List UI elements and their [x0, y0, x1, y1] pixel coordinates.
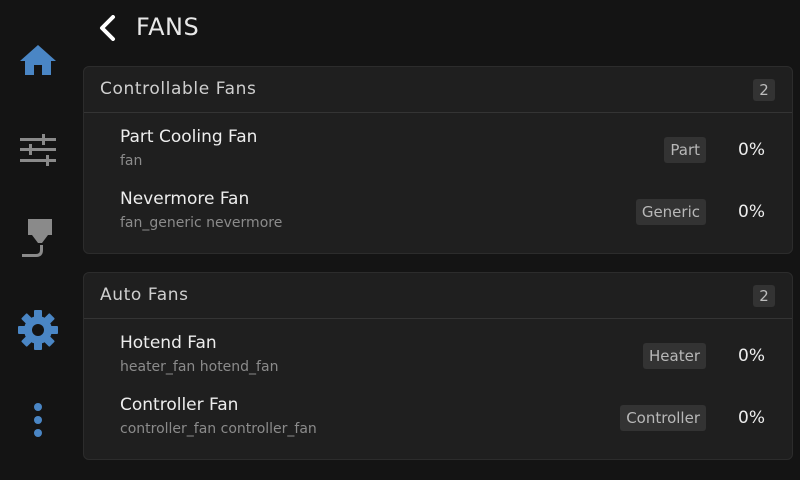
fan-name: Hotend Fan — [120, 333, 217, 353]
fan-name: Controller Fan — [120, 395, 239, 415]
section-header: Controllable Fans 2 — [84, 67, 792, 113]
sidebar-item-more[interactable] — [0, 392, 76, 448]
section-header: Auto Fans 2 — [84, 273, 792, 319]
fan-type-badge: Part — [664, 137, 706, 163]
sidebar-item-settings[interactable] — [0, 302, 76, 358]
fan-name: Part Cooling Fan — [120, 127, 258, 147]
more-vertical-icon — [34, 403, 42, 437]
sidebar-item-controls[interactable] — [0, 122, 76, 178]
fan-type-badge: Controller — [620, 405, 706, 431]
fan-id: controller_fan controller_fan — [120, 421, 317, 437]
fan-id: heater_fan hotend_fan — [120, 359, 279, 375]
fan-row-controller[interactable]: Controller Fan controller_fan controller… — [84, 381, 792, 443]
gear-icon — [18, 310, 58, 350]
sidebar-item-filament[interactable] — [0, 210, 76, 266]
section-title: Controllable Fans — [100, 79, 257, 99]
fan-speed: 0% — [738, 140, 765, 160]
fan-id: fan_generic nevermore — [120, 215, 283, 231]
fan-type-badge: Heater — [643, 343, 706, 369]
fan-speed: 0% — [738, 408, 765, 428]
section-auto-fans: Auto Fans 2 Hotend Fan heater_fan hotend… — [83, 272, 793, 460]
back-button[interactable] — [94, 14, 122, 42]
section-title: Auto Fans — [100, 285, 189, 305]
fan-type-badge: Generic — [635, 199, 706, 225]
fan-speed: 0% — [738, 346, 765, 366]
fan-id: fan — [120, 153, 143, 169]
fan-row-nevermore[interactable]: Nevermore Fan fan_generic nevermore Gene… — [84, 175, 792, 237]
fan-row-hotend[interactable]: Hotend Fan heater_fan hotend_fan Heater … — [84, 319, 792, 381]
count-badge: 2 — [753, 285, 775, 307]
home-icon — [20, 45, 56, 75]
section-controllable-fans: Controllable Fans 2 Part Cooling Fan fan… — [83, 66, 793, 254]
extruder-icon — [22, 219, 52, 257]
fan-name: Nevermore Fan — [120, 189, 250, 209]
fan-speed: 0% — [738, 202, 765, 222]
fan-row-part-cooling[interactable]: Part Cooling Fan fan Part 0% — [84, 113, 792, 175]
sliders-icon — [20, 134, 56, 166]
chevron-left-icon — [100, 15, 115, 41]
sidebar-item-home[interactable] — [0, 32, 76, 88]
page-header: FANS — [76, 0, 800, 58]
sidebar-nav — [0, 0, 76, 480]
page-title: FANS — [136, 13, 200, 41]
count-badge: 2 — [753, 79, 775, 101]
